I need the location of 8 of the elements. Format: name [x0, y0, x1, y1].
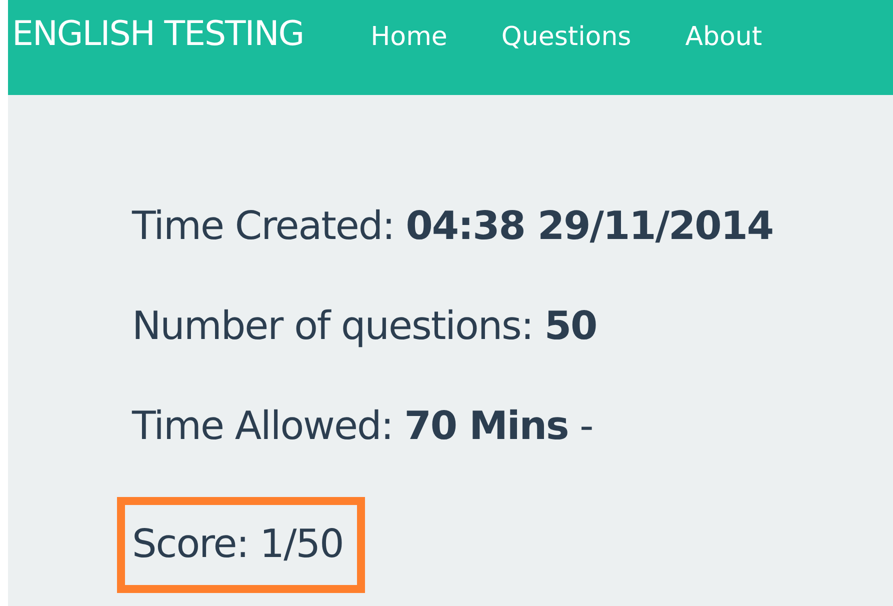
brand-title[interactable]: ENGLISH TESTING [12, 12, 304, 56]
nav-link[interactable]: Questions [501, 12, 632, 62]
score-text: Score: 1/50 [117, 497, 366, 593]
detail-text: Time Created: 04:38 29/11/2014 [132, 203, 774, 251]
nav-link[interactable]: Home [370, 12, 448, 62]
detail-text: Time Allowed: 70 Mins - [132, 403, 594, 451]
detail-text: Number of questions: 50 [132, 303, 598, 351]
nav-link[interactable]: About [685, 12, 762, 62]
